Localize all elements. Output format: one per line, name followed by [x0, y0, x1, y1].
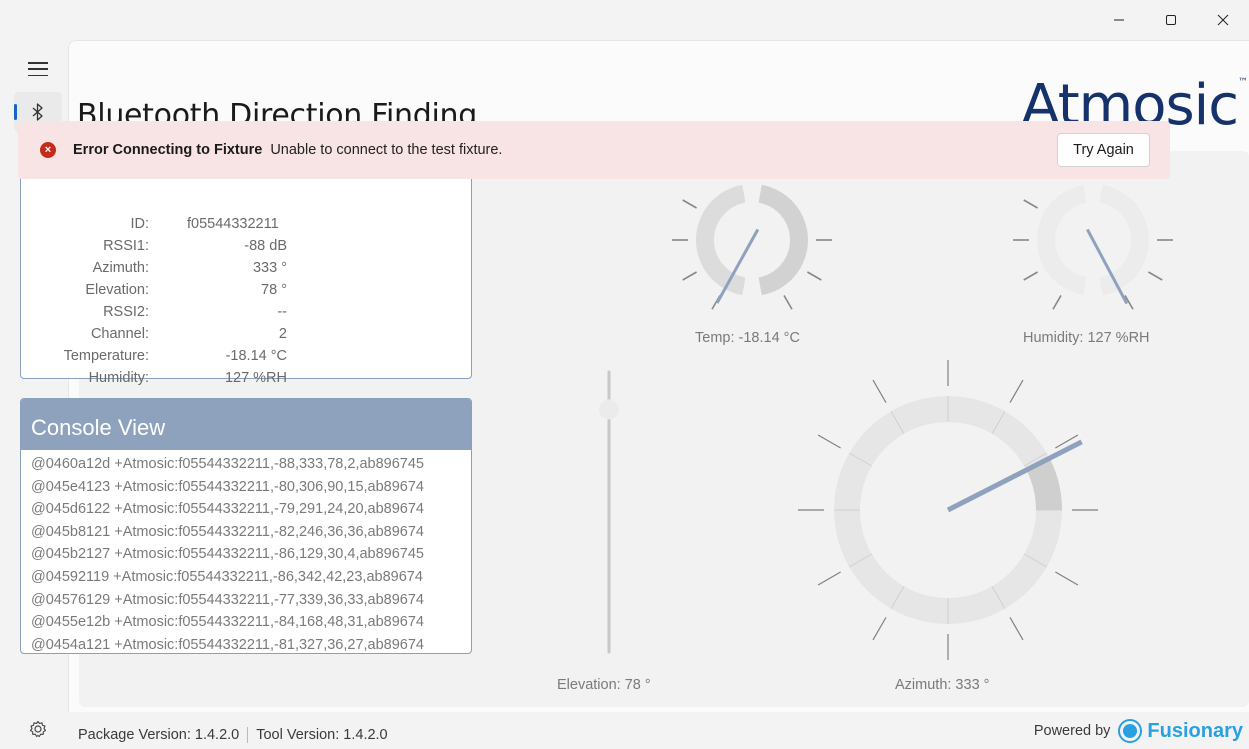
- error-message: Unable to connect to the test fixture.: [270, 142, 503, 158]
- info-row: Azimuth: 333 °: [21, 260, 473, 282]
- info-key: Humidity:: [88, 370, 149, 386]
- error-icon: ×: [40, 142, 56, 158]
- humidity-gauge-ring-right: [1099, 184, 1149, 296]
- console-line: @045b2127 +Atmosic:f05544332211,-86,129,…: [31, 546, 424, 563]
- azimuth-label: Azimuth: 333 °: [895, 677, 990, 693]
- error-banner: × Error Connecting to Fixture Unable to …: [18, 121, 1170, 179]
- humidity-gauge-tick: [1148, 271, 1163, 281]
- info-key: Azimuth:: [92, 260, 149, 276]
- info-value: 78 °: [261, 282, 287, 298]
- console-line: @04592119 +Atmosic:f05544332211,-86,342,…: [31, 568, 423, 585]
- info-key: RSSI1:: [103, 238, 149, 254]
- temp-gauge-tick: [807, 271, 822, 281]
- footer: Package Version: 1.4.2.0 Tool Version: 1…: [78, 727, 388, 743]
- info-value: 333 °: [252, 260, 287, 276]
- humidity-gauge-tick: [1052, 295, 1062, 310]
- fusionary-logo-icon: [1118, 719, 1143, 743]
- azimuth-dial-tick: [1009, 617, 1024, 641]
- console-line: @04576129 +Atmosic:f05544332211,-77,339,…: [31, 591, 424, 608]
- azimuth-dial-tick: [872, 379, 887, 403]
- info-value: f05544332211: [187, 216, 279, 232]
- powered-by: Powered by Fusionary: [1034, 719, 1243, 743]
- temp-gauge-tick: [682, 199, 697, 209]
- console-title: Console View: [21, 399, 471, 450]
- console-view: Console View @0460a12d +Atmosic:f0554433…: [20, 398, 472, 654]
- azimuth-dial-tick: [1009, 379, 1024, 403]
- info-key: Channel:: [90, 326, 149, 342]
- console-line: @045d6122 +Atmosic:f05544332211,-79,291,…: [31, 501, 424, 518]
- error-title: Error Connecting to Fixture: [73, 142, 263, 158]
- info-row: Temperature: -18.14 °C: [21, 348, 473, 370]
- info-value: 127 %RH: [224, 370, 287, 386]
- temp-gauge-tick: [783, 295, 793, 310]
- device-info-panel: ID: f05544332211 RSSI1: -88 dB Azimuth: 333 °…: [20, 160, 473, 386]
- info-key: Elevation:: [85, 282, 149, 298]
- info-row: Channel: 2: [21, 326, 473, 348]
- temp-gauge-ring-right: [758, 184, 809, 296]
- try-again-button[interactable]: Try Again: [1057, 133, 1150, 167]
- humidity-gauge-tick: [1023, 199, 1038, 209]
- azimuth-dial-tick: [872, 617, 887, 641]
- info-value: -18.14 °C: [225, 348, 287, 364]
- info-row: RSSI2: --: [21, 304, 473, 326]
- info-key: RSSI2:: [103, 304, 149, 320]
- package-version: Package Version: 1.4.2.0: [78, 727, 240, 743]
- console-log[interactable]: @0460a12d +Atmosic:f05544332211,-88,333,…: [21, 450, 471, 653]
- info-row: ID: f05544332211: [21, 216, 473, 238]
- info-row: Elevation: 78 °: [21, 282, 473, 304]
- elevation-label: Elevation: 78 °: [557, 677, 651, 693]
- humidity-label: Humidity: 127 %RH: [1023, 330, 1150, 346]
- tool-version: Tool Version: 1.4.2.0: [256, 727, 388, 743]
- temp-label: Temp: -18.14 °C: [695, 330, 800, 346]
- fusionary-brand: Fusionary: [1147, 719, 1243, 742]
- azimuth-dial-tick: [1055, 571, 1079, 586]
- info-value: 2: [278, 326, 287, 342]
- humidity-gauge-tick: [1023, 271, 1038, 281]
- console-line: @045e4123 +Atmosic:f05544332211,-80,306,…: [31, 478, 424, 495]
- elevation-slider-thumb: [599, 399, 619, 420]
- console-line: @0460a12d +Atmosic:f05544332211,-88,333,…: [31, 456, 424, 472]
- info-key: ID:: [130, 216, 149, 232]
- info-value: -88 dB: [244, 238, 287, 254]
- console-line: @045b8121 +Atmosic:f05544332211,-82,246,…: [31, 523, 424, 540]
- info-key: Temperature:: [63, 348, 149, 364]
- console-line: @0454a121 +Atmosic:f05544332211,-81,327,…: [31, 636, 424, 653]
- humidity-gauge-ring-left: [1037, 184, 1087, 296]
- info-value: --: [277, 304, 287, 320]
- azimuth-dial-tick: [817, 434, 841, 449]
- info-row: RSSI1: -88 dB: [21, 238, 473, 260]
- footer-divider: [247, 727, 249, 743]
- azimuth-dial-tick: [817, 571, 841, 586]
- powered-by-label: Powered by: [1033, 723, 1111, 739]
- console-line: @0455e12b +Atmosic:f05544332211,-84,168,…: [31, 614, 424, 631]
- temp-gauge-tick: [682, 271, 697, 281]
- temp-gauge-ring-left: [696, 184, 746, 296]
- info-row: Humidity: 127 %RH: [21, 370, 473, 392]
